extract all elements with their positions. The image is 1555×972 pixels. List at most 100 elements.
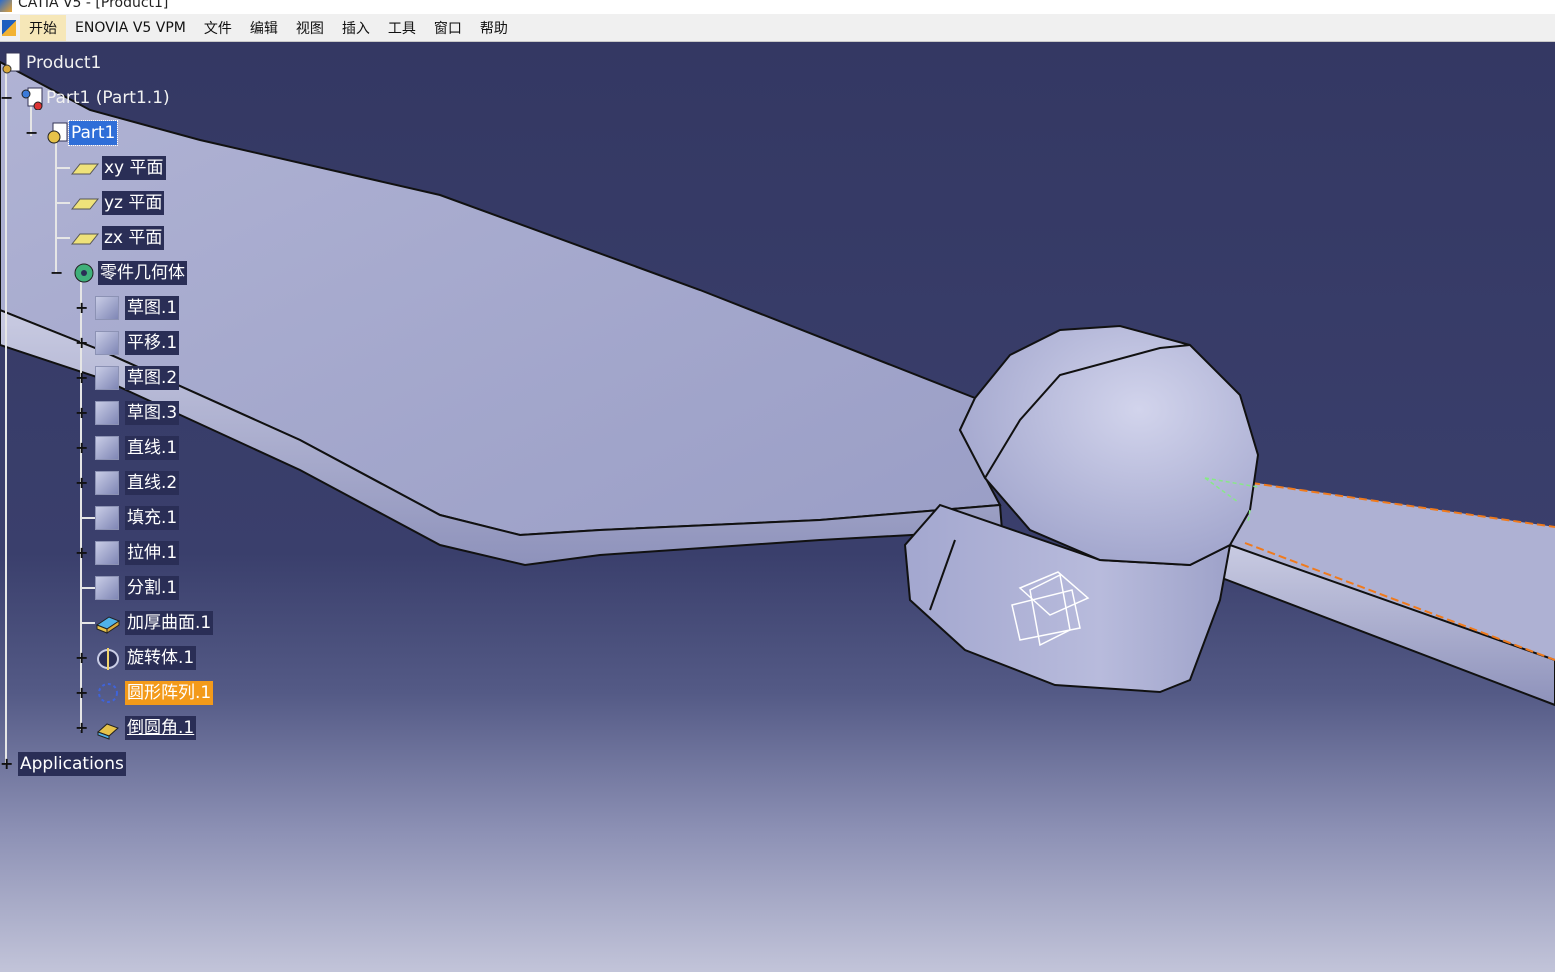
line-icon [95, 436, 119, 460]
part-instance-icon [20, 86, 44, 111]
split-icon [95, 576, 119, 600]
tree-node-sketch-2[interactable]: + 草图.2 [75, 365, 180, 391]
tree-node-yz-plane[interactable]: yz 平面 [56, 190, 165, 216]
tree-node-thick-surface-1[interactable]: 加厚曲面.1 [81, 610, 214, 636]
catia-logo-icon[interactable] [2, 19, 16, 36]
tree-label-applications[interactable]: Applications [18, 752, 126, 776]
window-title: CATIA V5 - [Product1] [18, 0, 169, 11]
tree-node-part-body[interactable]: − 零件几何体 [50, 260, 187, 286]
circular-pattern-icon [95, 681, 119, 705]
tree-node-circular-pattern-1[interactable]: + 圆形阵列.1 [75, 680, 214, 706]
tree-node-part1[interactable]: − Part1 [25, 120, 119, 146]
tree-label-xy-plane[interactable]: xy 平面 [102, 156, 166, 180]
expand-toggle-icon[interactable]: + [75, 440, 88, 456]
tree-label-part-instance[interactable]: Part1 (Part1.1) [44, 86, 172, 110]
title-bar: CATIA V5 - [Product1] [0, 0, 1555, 14]
tree-label-sketch-2[interactable]: 草图.2 [125, 366, 180, 390]
sketch-icon [95, 296, 119, 320]
tree-label-line-1[interactable]: 直线.1 [125, 436, 180, 460]
tree-label-fill-1[interactable]: 填充.1 [125, 506, 180, 530]
part-icon [45, 121, 69, 145]
plane-icon [70, 191, 100, 215]
fillet-icon [95, 716, 119, 740]
expand-toggle-icon[interactable]: + [75, 650, 88, 666]
tree-node-translate-1[interactable]: + 平移.1 [75, 330, 180, 356]
extrude-icon [95, 541, 119, 565]
tree-label-fillet-1[interactable]: 倒圆角.1 [125, 716, 197, 740]
menu-bar: 开始 ENOVIA V5 VPM 文件 编辑 视图 插入 工具 窗口 帮助 [0, 14, 1555, 42]
tree-connector [81, 622, 95, 624]
tree-connector [56, 202, 70, 204]
tree-label-part1[interactable]: Part1 [67, 120, 119, 146]
menu-window[interactable]: 窗口 [425, 15, 471, 41]
menu-file[interactable]: 文件 [195, 15, 241, 41]
tree-connector [81, 587, 95, 589]
tree-node-product1[interactable]: Product1 [0, 50, 103, 76]
tree-label-product1[interactable]: Product1 [24, 51, 103, 75]
expand-toggle-icon[interactable]: + [75, 685, 88, 701]
part-body-gear-icon [70, 261, 94, 285]
tree-label-translate-1[interactable]: 平移.1 [125, 331, 180, 355]
tree-label-part-body[interactable]: 零件几何体 [98, 261, 187, 285]
tree-node-revolve-1[interactable]: + 旋转体.1 [75, 645, 197, 671]
specification-tree: Product1 − Part1 (Part1.1) − Part1 xy 平面 [0, 42, 400, 802]
tree-node-xy-plane[interactable]: xy 平面 [56, 155, 166, 181]
tree-connector [5, 70, 7, 765]
menu-enovia[interactable]: ENOVIA V5 VPM [66, 17, 195, 39]
tree-node-split-1[interactable]: 分割.1 [81, 575, 180, 601]
sketch-icon [95, 401, 119, 425]
expand-toggle-icon[interactable]: + [75, 370, 88, 386]
tree-node-line-2[interactable]: + 直线.2 [75, 470, 180, 496]
tree-node-fill-1[interactable]: 填充.1 [81, 505, 180, 531]
collapse-toggle-icon[interactable]: − [25, 125, 38, 141]
line-icon [95, 471, 119, 495]
tree-node-sketch-1[interactable]: + 草图.1 [75, 295, 180, 321]
menu-start[interactable]: 开始 [20, 14, 66, 41]
tree-label-extrude-1[interactable]: 拉伸.1 [125, 541, 180, 565]
fill-icon [95, 506, 119, 530]
expand-toggle-icon[interactable]: + [75, 405, 88, 421]
tree-label-sketch-1[interactable]: 草图.1 [125, 296, 180, 320]
sketch-icon [95, 366, 119, 390]
menu-view[interactable]: 视图 [287, 15, 333, 41]
tree-label-line-2[interactable]: 直线.2 [125, 471, 180, 495]
tree-connector [55, 142, 57, 274]
tree-label-split-1[interactable]: 分割.1 [125, 576, 180, 600]
tree-node-fillet-1[interactable]: + 倒圆角.1 [75, 715, 197, 741]
tree-label-yz-plane[interactable]: yz 平面 [102, 191, 165, 215]
plane-icon [70, 156, 100, 180]
tree-node-applications[interactable]: + Applications [0, 751, 126, 777]
menu-help[interactable]: 帮助 [471, 15, 517, 41]
menu-tools[interactable]: 工具 [379, 15, 425, 41]
expand-toggle-icon[interactable]: + [0, 756, 13, 772]
collapse-toggle-icon[interactable]: − [50, 265, 63, 281]
collapse-toggle-icon[interactable]: − [0, 90, 13, 106]
catia-app-icon [0, 0, 12, 12]
tree-label-circular-pattern-1[interactable]: 圆形阵列.1 [125, 681, 214, 705]
revolve-icon [95, 646, 119, 670]
tree-node-extrude-1[interactable]: + 拉伸.1 [75, 540, 180, 566]
expand-toggle-icon[interactable]: + [75, 545, 88, 561]
tree-node-sketch-3[interactable]: + 草图.3 [75, 400, 180, 426]
plane-icon [70, 226, 100, 250]
tree-node-zx-plane[interactable]: zx 平面 [56, 225, 165, 251]
tree-label-revolve-1[interactable]: 旋转体.1 [125, 646, 197, 670]
3d-viewport[interactable]: Product1 − Part1 (Part1.1) − Part1 xy 平面 [0, 42, 1555, 972]
tree-connector [56, 167, 70, 169]
tree-connector [56, 237, 70, 239]
thick-surface-icon [95, 611, 121, 635]
tree-connector [81, 517, 95, 519]
tree-label-zx-plane[interactable]: zx 平面 [102, 226, 165, 250]
tree-node-part-instance[interactable]: − Part1 (Part1.1) [0, 85, 172, 111]
expand-toggle-icon[interactable]: + [75, 720, 88, 736]
expand-toggle-icon[interactable]: + [75, 475, 88, 491]
translate-icon [95, 331, 119, 355]
tree-label-thick-surface-1[interactable]: 加厚曲面.1 [125, 611, 214, 635]
menu-edit[interactable]: 编辑 [241, 15, 287, 41]
tree-label-sketch-3[interactable]: 草图.3 [125, 401, 180, 425]
menu-insert[interactable]: 插入 [333, 15, 379, 41]
tree-node-line-1[interactable]: + 直线.1 [75, 435, 180, 461]
product-icon [0, 51, 24, 75]
expand-toggle-icon[interactable]: + [75, 335, 88, 351]
expand-toggle-icon[interactable]: + [75, 300, 88, 316]
